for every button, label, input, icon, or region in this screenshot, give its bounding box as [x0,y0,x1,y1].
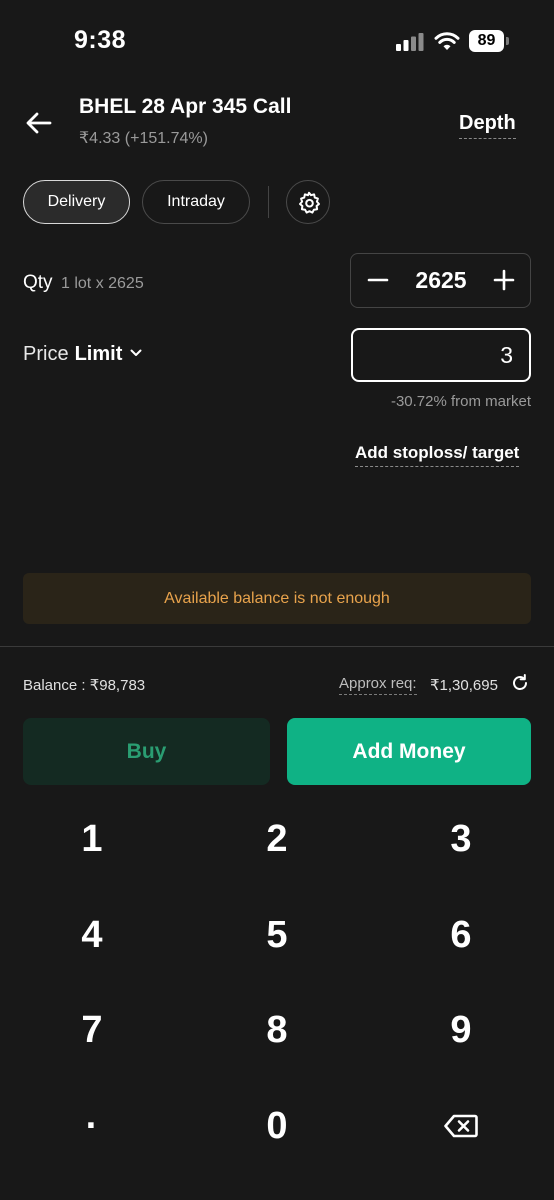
backspace-icon [444,1114,478,1138]
price-type: Limit [74,343,123,365]
key-8[interactable]: 8 [217,995,337,1065]
back-arrow-icon[interactable] [22,106,56,140]
price-label: Price [23,343,69,365]
key-3[interactable]: 3 [401,804,521,874]
tab-delivery[interactable]: Delivery [23,180,130,224]
key-4[interactable]: 4 [32,900,152,970]
tab-divider [268,186,269,218]
add-stoploss-target-link[interactable]: Add stoploss/ target [355,443,520,467]
from-market-text: -30.72% from market [390,393,531,410]
key-7[interactable]: 7 [32,995,152,1065]
key-9[interactable]: 9 [401,995,521,1065]
battery-level: 89 [469,30,504,52]
tab-intraday[interactable]: Intraday [142,180,250,224]
quantity-value[interactable]: 2625 [395,254,487,307]
key-6[interactable]: 6 [401,900,521,970]
add-money-button[interactable]: Add Money [287,718,531,785]
price-type-selector[interactable]: Price Limit [23,343,142,366]
wifi-icon [434,32,460,50]
divider [0,646,554,647]
price-input[interactable] [351,328,531,382]
key-1[interactable]: 1 [32,804,152,874]
chevron-down-icon [130,349,142,356]
qty-label: Qty [23,272,53,293]
minus-icon[interactable] [365,267,391,293]
instrument-title: BHEL 28 Apr 345 Call [79,95,292,118]
settings-button[interactable] [286,180,330,224]
cellular-signal-icon [396,33,424,51]
battery-icon: 89 [469,30,509,52]
gear-icon [299,191,320,214]
key-2[interactable]: 2 [217,804,337,874]
key-decimal[interactable]: · [32,1091,152,1161]
insufficient-balance-warning: Available balance is not enough [23,573,531,624]
refresh-icon[interactable] [511,674,529,692]
approx-req-label[interactable]: Approx req: [339,675,417,695]
qty-lot-info: 1 lot x 2625 [61,275,144,292]
status-bar: 9:38 89 [0,0,554,80]
plus-icon[interactable] [491,267,517,293]
depth-link[interactable]: Depth [459,112,516,139]
instrument-price-change: ₹4.33 (+151.74%) [79,130,208,147]
status-time: 9:38 [74,26,127,54]
balance-text: Balance : ₹98,783 [23,677,146,694]
approx-req-value: ₹1,30,695 [430,677,498,694]
quantity-stepper: 2625 [350,253,531,308]
backspace-key[interactable] [401,1091,521,1161]
buy-button[interactable]: Buy [23,718,270,785]
key-5[interactable]: 5 [217,900,337,970]
key-0[interactable]: 0 [217,1091,337,1161]
